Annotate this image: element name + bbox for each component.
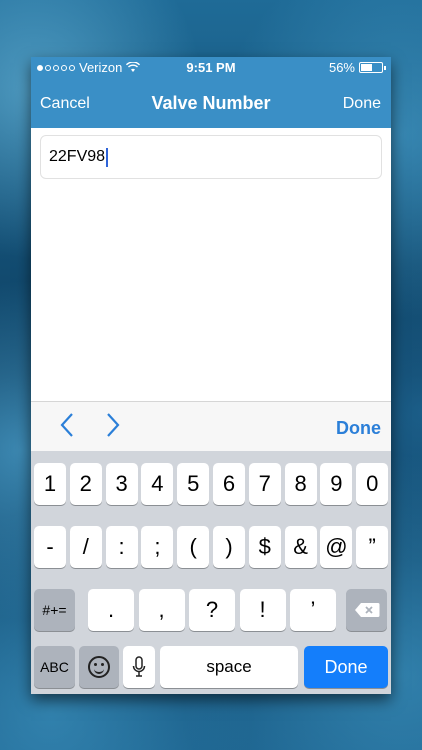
numeric-keyboard: #+= ABC space Done 1 2 3 4 5 6 7 8 9 0 - /:;() $ & @”.… xyxy=(31,451,391,694)
key-row3-0[interactable]: . xyxy=(88,589,134,631)
battery-percent: 56% xyxy=(328,60,355,75)
key-row1-4[interactable]: 5 xyxy=(177,463,210,505)
key-row3-2[interactable]: ? xyxy=(189,589,235,631)
key-row1-3[interactable]: 4 xyxy=(141,463,174,505)
key-row2-6[interactable]: $ xyxy=(248,526,281,568)
key-row2-2[interactable]: : xyxy=(105,526,138,568)
key-row2-9[interactable]: ” xyxy=(356,526,389,568)
valve-number-value: 22FV98 xyxy=(49,148,106,165)
key-row2-4[interactable]: ( xyxy=(177,526,210,568)
key-row2-1[interactable]: / xyxy=(69,526,102,568)
key-row1-6[interactable]: 7 xyxy=(248,463,281,505)
backspace-icon xyxy=(354,603,379,617)
battery-icon xyxy=(359,62,386,73)
key-row1-8[interactable]: 9 xyxy=(320,463,353,505)
status-right: 56% xyxy=(328,60,386,75)
key-row2-7[interactable]: & xyxy=(284,526,317,568)
microphone-icon xyxy=(132,656,146,677)
key-backspace[interactable] xyxy=(346,589,387,631)
valve-number-input[interactable]: 22FV98 xyxy=(40,135,382,179)
keyboard-accessory-bar: Done xyxy=(31,401,391,451)
key-row1-2[interactable]: 3 xyxy=(105,463,138,505)
key-symbols-toggle[interactable]: #+= xyxy=(34,589,75,631)
key-row2-0[interactable]: - xyxy=(34,526,66,568)
key-row3-3[interactable]: ! xyxy=(239,589,286,631)
key-row1-7[interactable]: 8 xyxy=(284,463,317,505)
accessory-done-button[interactable]: Done xyxy=(336,418,381,439)
phone-screen: Verizon 9:51 PM 56% Cancel Valve Number … xyxy=(31,57,391,694)
done-button[interactable]: Done xyxy=(343,95,381,113)
key-row2-5[interactable]: ) xyxy=(213,526,245,568)
key-done[interactable]: Done xyxy=(304,646,388,688)
key-row2-8[interactable]: @ xyxy=(320,526,353,568)
key-abc[interactable]: ABC xyxy=(34,646,75,688)
page-title: Valve Number xyxy=(151,93,271,113)
emoji-icon xyxy=(88,656,110,678)
chevron-left-icon[interactable] xyxy=(59,412,75,438)
key-row1-5[interactable]: 6 xyxy=(213,463,245,505)
key-space[interactable]: space xyxy=(160,646,298,688)
key-row2-3[interactable]: ; xyxy=(141,526,174,568)
key-row1-1[interactable]: 2 xyxy=(69,463,102,505)
text-cursor xyxy=(106,147,109,167)
key-row1-9[interactable]: 0 xyxy=(356,463,389,505)
key-row3-1[interactable]: , xyxy=(138,589,185,631)
key-dictation[interactable] xyxy=(123,646,155,688)
navigation-bar: Verizon 9:51 PM 56% Cancel Valve Number … xyxy=(31,57,391,128)
status-bar: Verizon 9:51 PM 56% xyxy=(31,57,391,79)
key-emoji[interactable] xyxy=(79,646,119,688)
key-row3-4[interactable]: ’ xyxy=(290,589,336,631)
key-row1-0[interactable]: 1 xyxy=(34,463,66,505)
chevron-right-icon[interactable] xyxy=(105,412,121,438)
